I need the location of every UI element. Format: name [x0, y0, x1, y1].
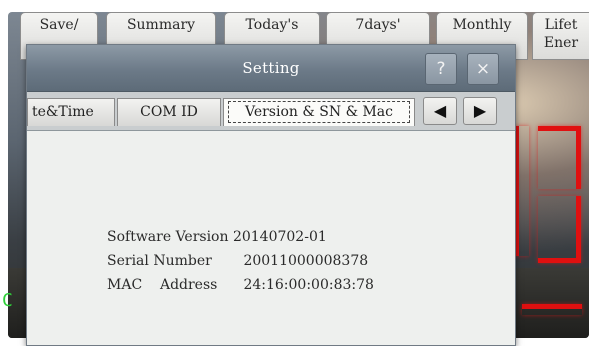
- version-info-panel: Software Version 20140702-01 Serial Numb…: [35, 131, 507, 345]
- tab-com-id[interactable]: COM ID: [117, 98, 221, 126]
- tab-date-time[interactable]: te&Time: [27, 98, 115, 126]
- tab-lifetime-label-line2: Ener: [543, 35, 579, 51]
- close-icon: ×: [475, 59, 491, 79]
- tab-summary-label: Summary: [126, 17, 196, 33]
- serial-number-row: Serial Number 20011000008378: [107, 253, 368, 269]
- tab-version-sn-mac-label: Version & SN & Mac: [228, 101, 410, 123]
- arrow-right-icon: ▶: [473, 101, 487, 120]
- tab-todays-label: Today's: [245, 17, 299, 33]
- tab-next-button[interactable]: ▶: [463, 97, 497, 125]
- dialog-tab-row: te&Time COM ID Version & SN & Mac ◀ ▶: [27, 92, 515, 131]
- software-version-label: Software Version: [107, 229, 229, 245]
- tab-lifetime-energy[interactable]: Lifet Ener: [532, 12, 589, 60]
- mac-address-value: 24:16:00:00:83:78: [243, 277, 374, 293]
- mac-address-label: MAC Address: [107, 277, 218, 293]
- tab-monthly-label: Monthly: [452, 17, 512, 33]
- tab-7days-label: 7days': [355, 17, 401, 33]
- dialog-title-bar: Setting ? ×: [27, 45, 515, 92]
- top-navigation: Save/ Summary Today's 7days' Monthly Lif…: [0, 0, 589, 60]
- mac-address-row: MAC Address 24:16:00:00:83:78: [107, 277, 374, 293]
- tab-version-sn-mac[interactable]: Version & SN & Mac: [223, 98, 415, 126]
- close-button[interactable]: ×: [467, 53, 499, 85]
- tab-prev-button[interactable]: ◀: [423, 97, 457, 125]
- tab-save-label: Save/: [39, 17, 79, 33]
- software-version-value: 20140702-01: [232, 229, 327, 245]
- tab-date-time-label: te&Time: [32, 104, 94, 120]
- arrow-left-icon: ◀: [433, 101, 447, 120]
- setting-dialog: Setting ? × te&Time COM ID Version & SN …: [26, 44, 516, 346]
- help-icon: ?: [436, 59, 446, 79]
- serial-number-value: 20011000008378: [243, 253, 369, 269]
- software-version-row: Software Version 20140702-01: [107, 229, 327, 245]
- tab-lifetime-label-line1: Lifet: [544, 17, 578, 33]
- tab-com-id-label: COM ID: [140, 104, 198, 120]
- help-button[interactable]: ?: [425, 53, 457, 85]
- status-digit: C: [2, 290, 13, 311]
- serial-number-label: Serial Number: [107, 253, 212, 269]
